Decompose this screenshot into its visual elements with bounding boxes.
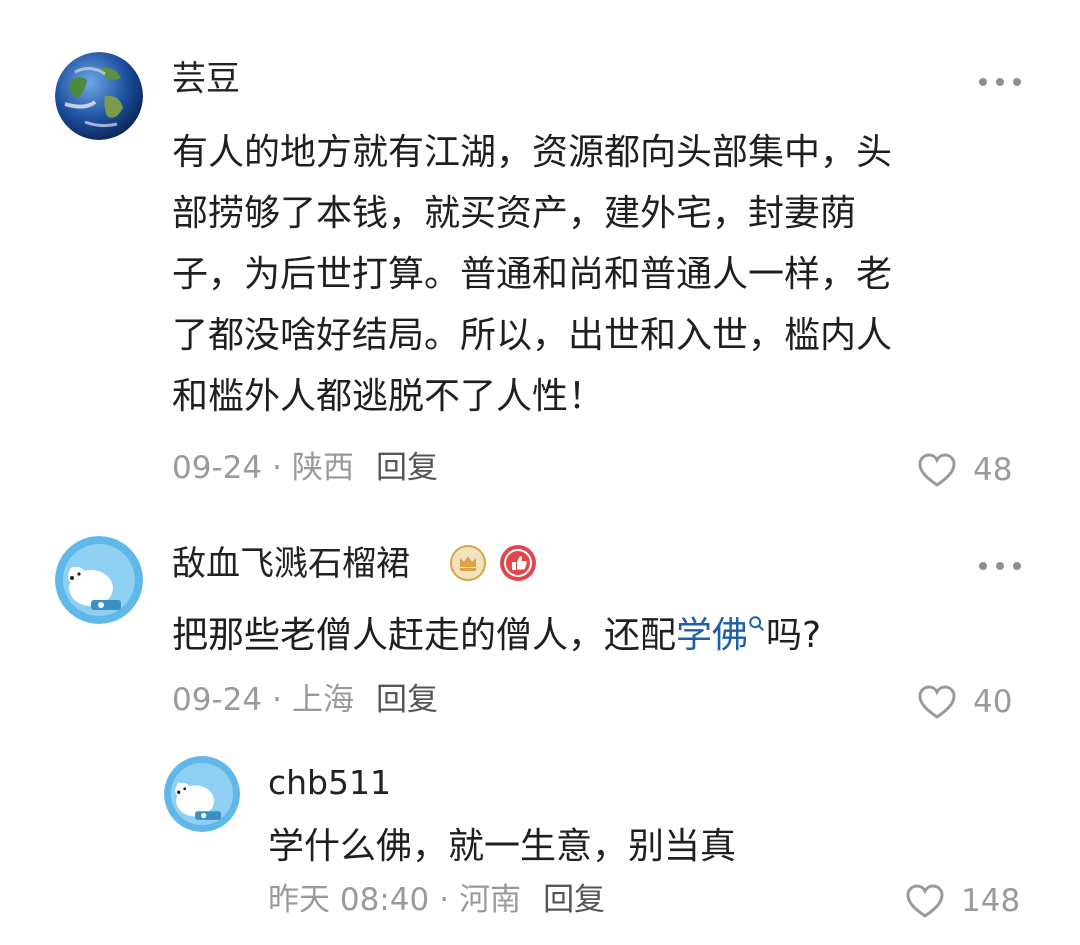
like-count: 40 bbox=[973, 683, 1013, 720]
comment-text-segment: 吗? bbox=[766, 615, 822, 656]
username[interactable]: chb511 bbox=[268, 766, 391, 799]
earth-globe-avatar-icon bbox=[55, 52, 143, 140]
comment-text-line: 了都没啥好结局。所以，出世和入世，槛内人 bbox=[172, 315, 893, 356]
reply-button[interactable]: 回复 bbox=[543, 882, 605, 918]
user-avatar[interactable] bbox=[164, 756, 240, 832]
comment-item: 芸豆 有人的地方就有江湖，资源都向头部集中，头 部捞够了本钱，就买资产，建外宅，… bbox=[0, 0, 1080, 520]
comment-text-segment: 把那些老僧人赶走的僧人，还配 bbox=[172, 615, 677, 656]
separator-dot: · bbox=[272, 450, 282, 486]
more-options-icon[interactable] bbox=[975, 556, 1025, 576]
comment-text: 学什么佛，就一生意，别当真 bbox=[268, 826, 737, 867]
username[interactable]: 芸豆 bbox=[172, 62, 240, 96]
thumbs-up-badge-icon bbox=[500, 545, 536, 581]
username[interactable]: 敌血飞溅石榴裙 bbox=[172, 547, 410, 581]
separator-dot: · bbox=[272, 682, 282, 718]
comment-text-line: 和槛外人都逃脱不了人性！ bbox=[172, 376, 605, 417]
reply-button[interactable]: 回复 bbox=[376, 682, 438, 718]
comment-text: 把那些老僧人赶走的僧人，还配学佛 吗? bbox=[172, 605, 1052, 666]
polar-bear-avatar-icon bbox=[164, 756, 240, 832]
heart-icon bbox=[918, 685, 956, 719]
like-button[interactable]: 48 bbox=[917, 450, 1012, 490]
heart-icon bbox=[918, 453, 956, 487]
separator-dot: · bbox=[439, 882, 450, 918]
like-button[interactable]: 148 bbox=[905, 881, 1020, 921]
search-link-label: 学佛 bbox=[676, 615, 749, 656]
comment-location: 河南 bbox=[459, 882, 522, 918]
search-link[interactable]: 学佛 bbox=[676, 615, 766, 656]
comment-text-line: 有人的地方就有江湖，资源都向头部集中，头 bbox=[172, 132, 893, 173]
crown-badge-icon bbox=[450, 545, 486, 581]
like-count: 148 bbox=[961, 882, 1021, 919]
comment-date: 09-24 bbox=[172, 450, 263, 486]
like-button[interactable]: 40 bbox=[917, 682, 1012, 722]
comment-meta: 09-24 · 陕西 回复 bbox=[172, 453, 438, 484]
like-count: 48 bbox=[973, 451, 1013, 488]
comment-meta: 09-24 · 上海 回复 bbox=[172, 685, 438, 716]
comment-text: 有人的地方就有江湖，资源都向头部集中，头 部捞够了本钱，就买资产，建外宅，封妻荫… bbox=[172, 122, 1052, 427]
comment-location: 上海 bbox=[291, 682, 354, 718]
comment-location: 陕西 bbox=[291, 450, 354, 486]
reply-item: chb511 学什么佛，就一生意，别当真 昨天 08:40 · 河南 回复 148 bbox=[0, 740, 1080, 945]
comment-text-line: 部捞够了本钱，就买资产，建外宅，封妻荫 bbox=[172, 193, 857, 234]
comment-item: 敌血飞溅石榴裙 把那些老僧人赶走的僧人，还配学佛 吗? 09-24 · 上海 回复 40 bbox=[0, 520, 1080, 740]
comment-meta: 昨天 08:40 · 河南 回复 bbox=[268, 885, 605, 916]
user-avatar[interactable] bbox=[55, 52, 143, 140]
user-avatar[interactable] bbox=[55, 536, 143, 624]
more-options-icon[interactable] bbox=[975, 72, 1025, 92]
reply-button[interactable]: 回复 bbox=[376, 450, 438, 486]
comment-date: 09-24 bbox=[172, 682, 263, 718]
polar-bear-avatar-icon bbox=[55, 536, 143, 624]
comment-text-line: 子，为后世打算。普通和尚和普通人一样，老 bbox=[172, 254, 893, 295]
heart-icon bbox=[906, 884, 944, 918]
search-icon bbox=[749, 616, 765, 632]
comment-date: 昨天 08:40 bbox=[268, 882, 430, 918]
